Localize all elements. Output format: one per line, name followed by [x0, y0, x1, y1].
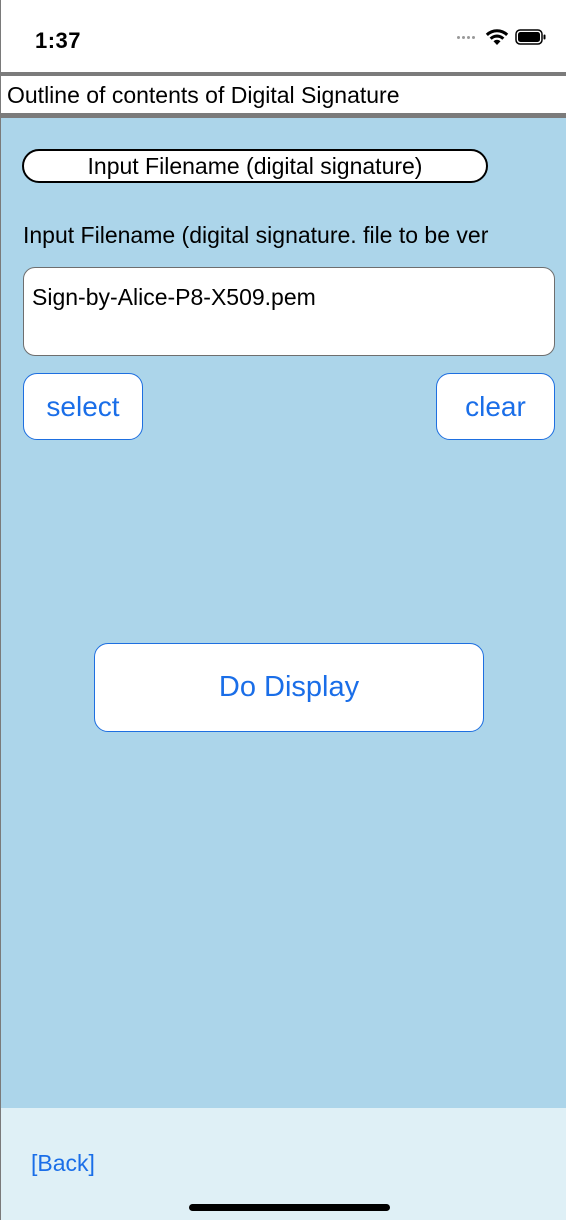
- input-filename-label: Input Filename (digital signature. file …: [23, 222, 489, 248]
- section-title: Input Filename (digital signature): [22, 149, 488, 183]
- app-screen: 1:37 Outline of contents of Digital Sign…: [0, 0, 566, 1220]
- title-header: Outline of contents of Digital Signature: [1, 72, 566, 118]
- cellular-signal-icon: [457, 35, 475, 39]
- main-content: Input Filename (digital signature) Input…: [1, 118, 566, 1108]
- battery-icon: [515, 29, 546, 45]
- filename-field[interactable]: Sign-by-Alice-P8-X509.pem: [23, 267, 555, 356]
- clear-button[interactable]: clear: [436, 373, 555, 440]
- status-icons: [457, 28, 547, 46]
- page-title: Outline of contents of Digital Signature: [7, 82, 400, 108]
- bottom-bar: [Back]: [1, 1108, 566, 1220]
- do-display-button[interactable]: Do Display: [94, 643, 484, 732]
- select-button[interactable]: select: [23, 373, 143, 440]
- status-time: 1:37: [35, 28, 82, 53]
- back-link[interactable]: [Back]: [31, 1150, 95, 1177]
- status-bar: 1:37: [1, 0, 566, 72]
- wifi-icon: [485, 29, 509, 45]
- home-indicator: [189, 1204, 390, 1211]
